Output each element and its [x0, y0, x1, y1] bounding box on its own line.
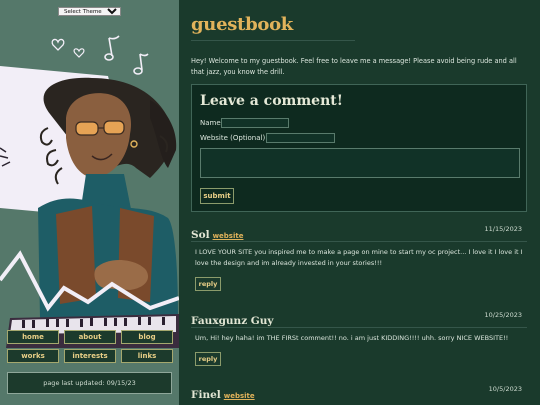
- form-heading: Leave a comment!: [200, 93, 343, 109]
- nav-links-button[interactable]: links: [121, 349, 173, 363]
- music-note-icon: [104, 35, 149, 75]
- website-label: Website (Optional): [200, 134, 266, 142]
- message-input[interactable]: [200, 148, 520, 178]
- entry-divider: [191, 241, 527, 242]
- guestbook-entry: Sol website 11/15/2023 I LOVE YOUR SITE y…: [191, 223, 527, 291]
- entry-date: 10/5/2023: [488, 385, 522, 393]
- name-input[interactable]: [221, 118, 289, 128]
- entry-website-link[interactable]: website: [213, 232, 244, 240]
- entry-date: 11/15/2023: [484, 225, 522, 233]
- nav-about-button[interactable]: about: [64, 330, 116, 344]
- entry-author: Finel: [191, 389, 221, 401]
- comment-form: Leave a comment! Name Website (Optional)…: [191, 84, 527, 212]
- entry-author: Sol: [191, 229, 210, 241]
- submit-button[interactable]: submit: [200, 188, 234, 204]
- entry-date: 10/25/2023: [484, 311, 522, 319]
- nav-home-button[interactable]: home: [7, 330, 59, 344]
- nav-interests-button[interactable]: interests: [64, 349, 116, 363]
- reply-button[interactable]: reply: [195, 352, 221, 366]
- title-divider: [191, 40, 355, 41]
- intro-text: Hey! Welcome to my guestbook. Feel free …: [191, 57, 517, 76]
- name-label: Name: [200, 119, 221, 127]
- sidebar: Select Theme home about blog works inter…: [0, 0, 179, 405]
- entry-author: Fauxgunz Guy: [191, 315, 274, 327]
- entry-website-link[interactable]: website: [224, 392, 255, 400]
- entry-message: Um, Hi! hey haha! im THE FIRSt comment!!…: [195, 334, 509, 342]
- nav-works-button[interactable]: works: [7, 349, 59, 363]
- theme-select[interactable]: Select Theme: [58, 7, 121, 16]
- reply-button[interactable]: reply: [195, 277, 221, 291]
- last-updated-note: page last updated: 09/15/23: [7, 372, 172, 394]
- heart-icon: [51, 38, 65, 51]
- character-illustration: [0, 35, 179, 348]
- entry-header: Fauxgunz Guy 10/25/2023: [191, 309, 527, 327]
- entry-header: Finel website 10/5/2023: [191, 383, 527, 401]
- guestbook-entry: Finel website 10/5/2023: [191, 383, 527, 401]
- guestbook-entry: Fauxgunz Guy 10/25/2023 Um, Hi! hey haha…: [191, 309, 527, 366]
- page-title: guestbook: [191, 14, 293, 35]
- nav-blog-button[interactable]: blog: [121, 330, 173, 344]
- entry-header: Sol website 11/15/2023: [191, 223, 527, 241]
- entry-message: I LOVE YOUR SITE you inspired me to make…: [195, 248, 523, 267]
- website-input[interactable]: [266, 133, 335, 143]
- entry-divider: [191, 327, 527, 328]
- sidebar-nav: home about blog works interests links: [7, 330, 173, 363]
- heart-icon: [73, 48, 85, 58]
- main-content: guestbook Hey! Welcome to my guestbook. …: [179, 0, 540, 405]
